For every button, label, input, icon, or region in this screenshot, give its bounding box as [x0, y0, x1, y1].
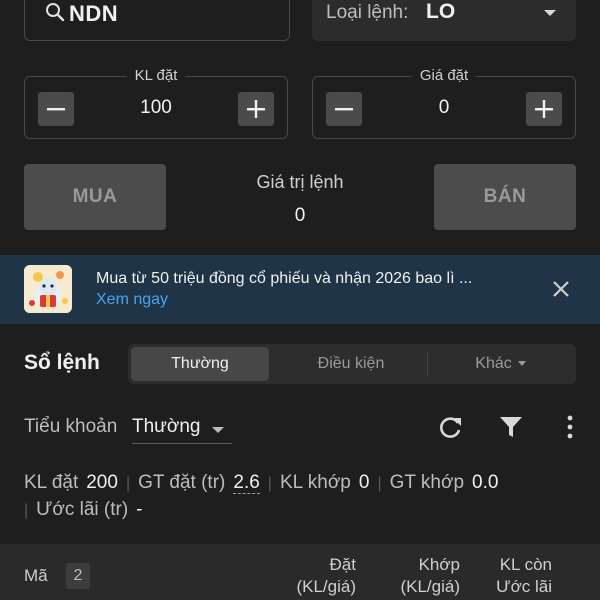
- tab-other[interactable]: Khác: [428, 347, 573, 381]
- summary-uoc-lai-label: Ước lãi (tr): [36, 499, 129, 520]
- subaccount-value: Thường: [132, 416, 201, 437]
- order-count-badge: 2: [66, 563, 90, 589]
- sell-button[interactable]: BÁN: [434, 164, 576, 230]
- symbol-search-field[interactable]: NDN: [24, 0, 290, 41]
- orders-table-header: Mã 2 Đặt (KL/giá) Khớp (KL/giá) KL còn Ư…: [0, 544, 600, 600]
- quantity-stepper: KL đặt 100: [24, 67, 288, 139]
- buy-button[interactable]: MUA: [24, 164, 166, 230]
- chevron-down-icon: [517, 361, 526, 367]
- promo-banner[interactable]: Mua từ 50 triệu đồng cổ phiếu và nhận 20…: [0, 255, 600, 324]
- tab-other-label: Khác: [475, 355, 512, 372]
- column-symbol-header: Mã: [24, 566, 48, 585]
- column-matched-subtitle: (KL/giá): [400, 577, 460, 596]
- more-vertical-icon[interactable]: [563, 414, 577, 440]
- column-placed-subtitle: (KL/giá): [296, 577, 356, 596]
- promo-mascot-image: [24, 265, 72, 313]
- order-value-amount: 0: [294, 205, 306, 226]
- summary-gt-dat-label: GT đặt (tr): [138, 472, 226, 493]
- tab-conditional[interactable]: Điều kiện: [280, 347, 422, 381]
- column-placed-header[interactable]: Đặt (KL/giá): [296, 554, 356, 598]
- summary-gt-khop: 0.0: [472, 472, 499, 493]
- column-remaining-header[interactable]: KL còn Ước lãi: [496, 554, 552, 598]
- order-summary: KL đặt 200 | GT đặt (tr) 2.6 | KL khớp 0 | GT khớ…: [24, 470, 576, 524]
- summary-gt-dat: 2.6: [233, 472, 260, 494]
- plus-icon: [247, 100, 265, 118]
- summary-separator: |: [267, 475, 272, 492]
- symbol-value: NDN: [69, 1, 119, 26]
- price-increase-button[interactable]: [526, 92, 562, 126]
- chevron-down-icon: [212, 427, 224, 433]
- column-remaining-title: KL còn: [499, 555, 552, 574]
- summary-kl-khop: 0: [358, 472, 370, 493]
- orderbook-title: Sổ lệnh: [24, 351, 100, 374]
- summary-separator: |: [24, 502, 29, 519]
- column-matched-header[interactable]: Khớp (KL/giá): [400, 554, 460, 598]
- order-value-label: Giá trị lệnh: [256, 172, 344, 192]
- search-icon: [46, 3, 65, 22]
- plus-icon: [535, 100, 553, 118]
- column-matched-title: Khớp: [418, 555, 460, 574]
- orderbook-tabs: Thường Điều kiện Khác: [128, 344, 576, 384]
- price-label: Giá đặt: [411, 67, 477, 84]
- close-icon[interactable]: [551, 279, 571, 299]
- column-placed-title: Đặt: [329, 555, 356, 574]
- promo-text: Mua từ 50 triệu đồng cổ phiếu và nhận 20…: [96, 270, 473, 287]
- subaccount-select[interactable]: Thường: [132, 416, 232, 444]
- order-type-value: LO: [426, 0, 456, 23]
- order-value: Giá trị lệnh 0: [200, 172, 400, 227]
- order-type-select[interactable]: Loại lệnh: LO: [312, 0, 576, 41]
- quantity-label: KL đặt: [126, 67, 186, 84]
- summary-kl-dat-label: KL đặt: [24, 472, 79, 493]
- quantity-increase-button[interactable]: [238, 92, 274, 126]
- column-remaining-subtitle: Ước lãi: [496, 577, 552, 596]
- subaccount-label: Tiểu khoản: [24, 416, 118, 437]
- refresh-icon[interactable]: [438, 414, 464, 440]
- summary-separator: |: [377, 475, 382, 492]
- tab-normal[interactable]: Thường: [131, 347, 269, 381]
- chevron-down-icon: [544, 10, 556, 16]
- filter-icon[interactable]: [498, 414, 524, 440]
- summary-kl-khop-label: KL khớp: [279, 472, 351, 493]
- promo-link[interactable]: Xem ngay: [96, 291, 168, 309]
- price-stepper: Giá đặt 0: [312, 67, 576, 139]
- summary-uoc-lai: -: [136, 499, 143, 520]
- summary-gt-khop-label: GT khớp: [389, 472, 465, 493]
- summary-separator: |: [125, 475, 131, 492]
- order-type-label: Loại lệnh:: [326, 2, 409, 23]
- summary-kl-dat: 200: [86, 472, 118, 493]
